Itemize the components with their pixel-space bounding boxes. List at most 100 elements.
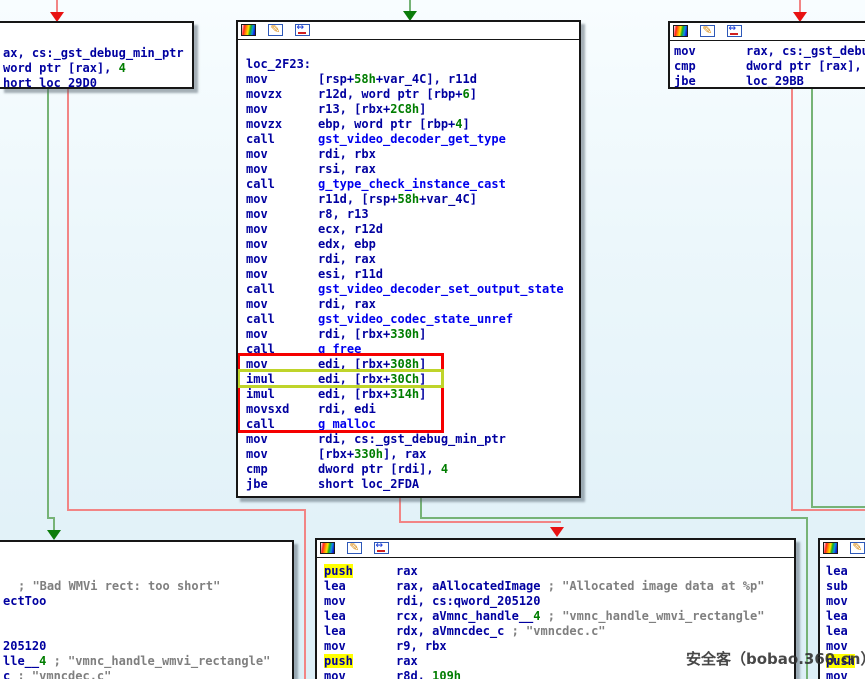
- code-line[interactable]: loc_2F23:: [246, 57, 311, 72]
- node-title-bar[interactable]: ✎ ↔: [317, 540, 794, 558]
- mnemonic[interactable]: movsxd: [246, 402, 318, 417]
- code-line[interactable]: movecx, r12d: [246, 222, 383, 237]
- code-line[interactable]: ; "Bad WMVi rect: too short": [18, 579, 220, 594]
- code-line[interactable]: movzxebp, word ptr [rbp+4]: [246, 117, 470, 132]
- mnemonic[interactable]: jbe: [246, 477, 318, 492]
- code-line[interactable]: movr13, [rbx+2C8h]: [246, 102, 426, 117]
- mnemonic[interactable]: mov: [246, 192, 318, 207]
- mnemonic[interactable]: lea: [826, 609, 865, 624]
- code-line[interactable]: callg_type_check_instance_cast: [246, 177, 506, 192]
- mnemonic[interactable]: cmp: [246, 462, 318, 477]
- mnemonic[interactable]: call: [246, 417, 318, 432]
- mnemonic[interactable]: mov: [324, 594, 396, 609]
- code-line[interactable]: c ; "vmncdec.c": [3, 669, 111, 679]
- basic-block-loc-2F23[interactable]: ✎ ↔ loc_2F23:mov[rsp+58h+var_4C], r11dmo…: [236, 20, 581, 498]
- palette-icon[interactable]: [673, 25, 688, 37]
- code-line[interactable]: imuledi, [rbx+30Ch]: [246, 372, 426, 387]
- mnemonic[interactable]: mov: [246, 147, 318, 162]
- code-line[interactable]: movsxdrdi, edi: [246, 402, 376, 417]
- node-title-bar[interactable]: ✎ ↔: [670, 23, 865, 41]
- mnemonic[interactable]: mov: [246, 252, 318, 267]
- code-line[interactable]: callgst_video_decoder_get_type: [246, 132, 506, 147]
- code-line[interactable]: ax, cs:_gst_debug_min_ptr: [3, 46, 184, 61]
- code-line[interactable]: movr8, r13: [246, 207, 369, 222]
- mnemonic[interactable]: lea: [324, 609, 396, 624]
- node-title-bar[interactable]: ✎ ↔: [238, 22, 579, 40]
- code-line[interactable]: movr9, rbx: [324, 639, 447, 654]
- code-line[interactable]: sub: [826, 579, 865, 594]
- mnemonic[interactable]: mov: [246, 102, 318, 117]
- code-line[interactable]: word ptr [rax], 4: [3, 61, 126, 76]
- code-line[interactable]: movrsi, rax: [246, 162, 376, 177]
- code-line[interactable]: callg_malloc: [246, 417, 376, 432]
- code-line[interactable]: mov[rbx+330h], rax: [246, 447, 426, 462]
- code-line[interactable]: hort loc_29D0: [3, 76, 97, 89]
- edit-icon[interactable]: ✎: [268, 24, 283, 36]
- mnemonic[interactable]: push: [324, 564, 396, 579]
- graph-canvas[interactable]: ax, cs:_gst_debug_min_ptrword ptr [rax],…: [0, 0, 865, 679]
- mnemonic[interactable]: mov: [246, 267, 318, 282]
- code-line[interactable]: movedx, ebp: [246, 237, 376, 252]
- mnemonic[interactable]: call: [246, 312, 318, 327]
- code-line[interactable]: movrdi, rax: [246, 297, 376, 312]
- mnemonic[interactable]: movzx: [246, 87, 318, 102]
- mnemonic[interactable]: mov: [246, 357, 318, 372]
- code-line[interactable]: cmpdword ptr [rdi], 4: [246, 462, 448, 477]
- mnemonic[interactable]: mov: [246, 72, 318, 87]
- mnemonic[interactable]: movzx: [246, 117, 318, 132]
- code-line[interactable]: movrax, cs:_gst_debu: [674, 44, 865, 59]
- code-line[interactable]: movesi, r11d: [246, 267, 383, 282]
- mnemonic[interactable]: mov: [826, 669, 865, 679]
- mnemonic[interactable]: mov: [324, 639, 396, 654]
- palette-icon[interactable]: [241, 24, 256, 36]
- mnemonic[interactable]: mov: [246, 222, 318, 237]
- code-line[interactable]: pushrax: [324, 654, 418, 669]
- edit-icon[interactable]: ✎: [850, 542, 865, 554]
- code-line[interactable]: lle__4 ; "vmnc_handle_wmvi_rectangle": [3, 654, 270, 669]
- group-icon[interactable]: ↔: [295, 24, 310, 36]
- mnemonic[interactable]: lea: [324, 624, 396, 639]
- mnemonic[interactable]: mov: [246, 297, 318, 312]
- code-line[interactable]: 205120: [3, 639, 46, 654]
- code-line[interactable]: pushrax: [324, 564, 418, 579]
- basic-block-bottom-left[interactable]: ; "Bad WMVi rect: too short"ectToo 205120…: [0, 540, 294, 679]
- code-line[interactable]: leardx, aVmncdec_c ; "vmncdec.c": [324, 624, 606, 639]
- code-line[interactable]: mov[rsp+58h+var_4C], r11d: [246, 72, 477, 87]
- mnemonic[interactable]: mov: [246, 207, 318, 222]
- code-line[interactable]: imuledi, [rbx+314h]: [246, 387, 426, 402]
- mnemonic[interactable]: mov: [246, 432, 318, 447]
- code-line[interactable]: ectToo: [3, 594, 46, 609]
- mnemonic[interactable]: lea: [826, 564, 865, 579]
- mnemonic[interactable]: call: [246, 342, 318, 357]
- code-line[interactable]: learcx, aVmnc_handle__4 ; "vmnc_handle_w…: [324, 609, 765, 624]
- code-line[interactable]: movzxr12d, word ptr [rbp+6]: [246, 87, 477, 102]
- node-title-bar[interactable]: ✎: [820, 540, 865, 558]
- code-line[interactable]: lea: [826, 564, 865, 579]
- code-line[interactable]: mov: [826, 669, 865, 679]
- mnemonic[interactable]: lea: [826, 624, 865, 639]
- group-icon[interactable]: ↔: [727, 25, 742, 37]
- code-line[interactable]: jbeshort loc_2FDA: [246, 477, 419, 492]
- code-line[interactable]: learax, aAllocatedImage ; "Allocated ima…: [324, 579, 764, 594]
- code-line[interactable]: callg_free: [246, 342, 361, 357]
- mnemonic[interactable]: mov: [826, 594, 865, 609]
- code-line[interactable]: lea: [826, 624, 865, 639]
- group-icon[interactable]: ↔: [374, 542, 389, 554]
- code-line[interactable]: movrdi, [rbx+330h]: [246, 327, 426, 342]
- mnemonic[interactable]: mov: [246, 162, 318, 177]
- edit-icon[interactable]: ✎: [700, 25, 715, 37]
- basic-block-top-left[interactable]: ax, cs:_gst_debug_min_ptrword ptr [rax],…: [0, 21, 194, 89]
- code-line[interactable]: movrdi, rbx: [246, 147, 376, 162]
- mnemonic[interactable]: cmp: [674, 59, 746, 74]
- mnemonic[interactable]: push: [324, 654, 396, 669]
- code-line[interactable]: movrdi, rax: [246, 252, 376, 267]
- code-line[interactable]: movr8d, 109h: [324, 669, 461, 679]
- code-line[interactable]: mov: [826, 594, 865, 609]
- mnemonic[interactable]: jbe: [674, 74, 746, 89]
- code-line[interactable]: callgst_video_codec_state_unref: [246, 312, 513, 327]
- mnemonic[interactable]: mov: [246, 327, 318, 342]
- mnemonic[interactable]: imul: [246, 387, 318, 402]
- mnemonic[interactable]: mov: [324, 669, 396, 679]
- code-line[interactable]: movrdi, cs:qword_205120: [324, 594, 541, 609]
- mnemonic[interactable]: lea: [324, 579, 396, 594]
